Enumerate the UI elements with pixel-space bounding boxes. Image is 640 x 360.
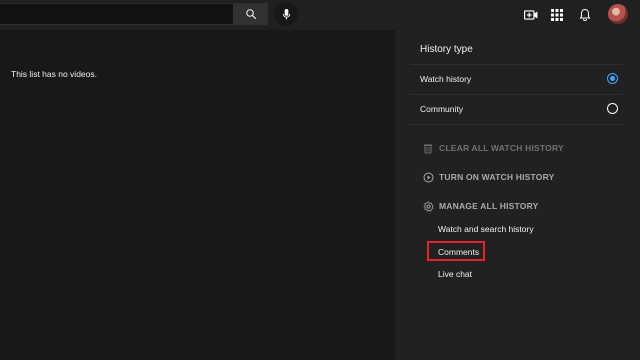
bell-icon <box>579 8 591 21</box>
play-circle-icon <box>422 171 434 183</box>
gear-icon <box>422 200 434 212</box>
radio-community[interactable] <box>607 103 618 114</box>
notifications-button[interactable] <box>575 5 595 25</box>
manage-history-label: MANAGE ALL HISTORY <box>439 201 539 211</box>
turn-on-history-label: TURN ON WATCH HISTORY <box>439 172 555 182</box>
manage-all-history-button[interactable]: MANAGE ALL HISTORY <box>422 198 538 214</box>
empty-list-message: This list has no videos. <box>11 69 97 79</box>
history-type-watch-history[interactable]: Watch history <box>410 65 623 94</box>
mic-icon <box>282 8 290 20</box>
apps-grid-icon <box>551 9 563 21</box>
search-input[interactable] <box>0 3 234 25</box>
trash-icon <box>422 142 434 154</box>
apps-button[interactable] <box>547 5 567 25</box>
live-chat-link[interactable]: Live chat <box>438 269 472 279</box>
top-bar <box>0 0 640 30</box>
search-icon <box>246 9 257 20</box>
comments-highlight-box <box>427 241 485 261</box>
radio-label: Watch history <box>420 74 472 84</box>
radio-watch-history[interactable] <box>607 73 618 84</box>
sidebar-title: History type <box>420 44 473 55</box>
radio-label: Community <box>420 104 463 114</box>
turn-on-watch-history-button[interactable]: TURN ON WATCH HISTORY <box>422 169 554 185</box>
search-button[interactable] <box>234 3 268 25</box>
history-list-area: This list has no videos. <box>0 30 395 360</box>
voice-search-button[interactable] <box>274 2 298 26</box>
create-button[interactable] <box>521 5 541 25</box>
clear-history-label: CLEAR ALL WATCH HISTORY <box>439 143 564 153</box>
clear-all-watch-history-button[interactable]: CLEAR ALL WATCH HISTORY <box>422 140 564 156</box>
history-type-community[interactable]: Community <box>410 95 623 124</box>
watch-and-search-history-link[interactable]: Watch and search history <box>438 224 534 234</box>
history-sidebar: History type Watch history Community CLE… <box>395 30 640 360</box>
create-video-icon <box>524 10 538 20</box>
avatar[interactable] <box>608 4 628 24</box>
divider <box>410 124 623 125</box>
